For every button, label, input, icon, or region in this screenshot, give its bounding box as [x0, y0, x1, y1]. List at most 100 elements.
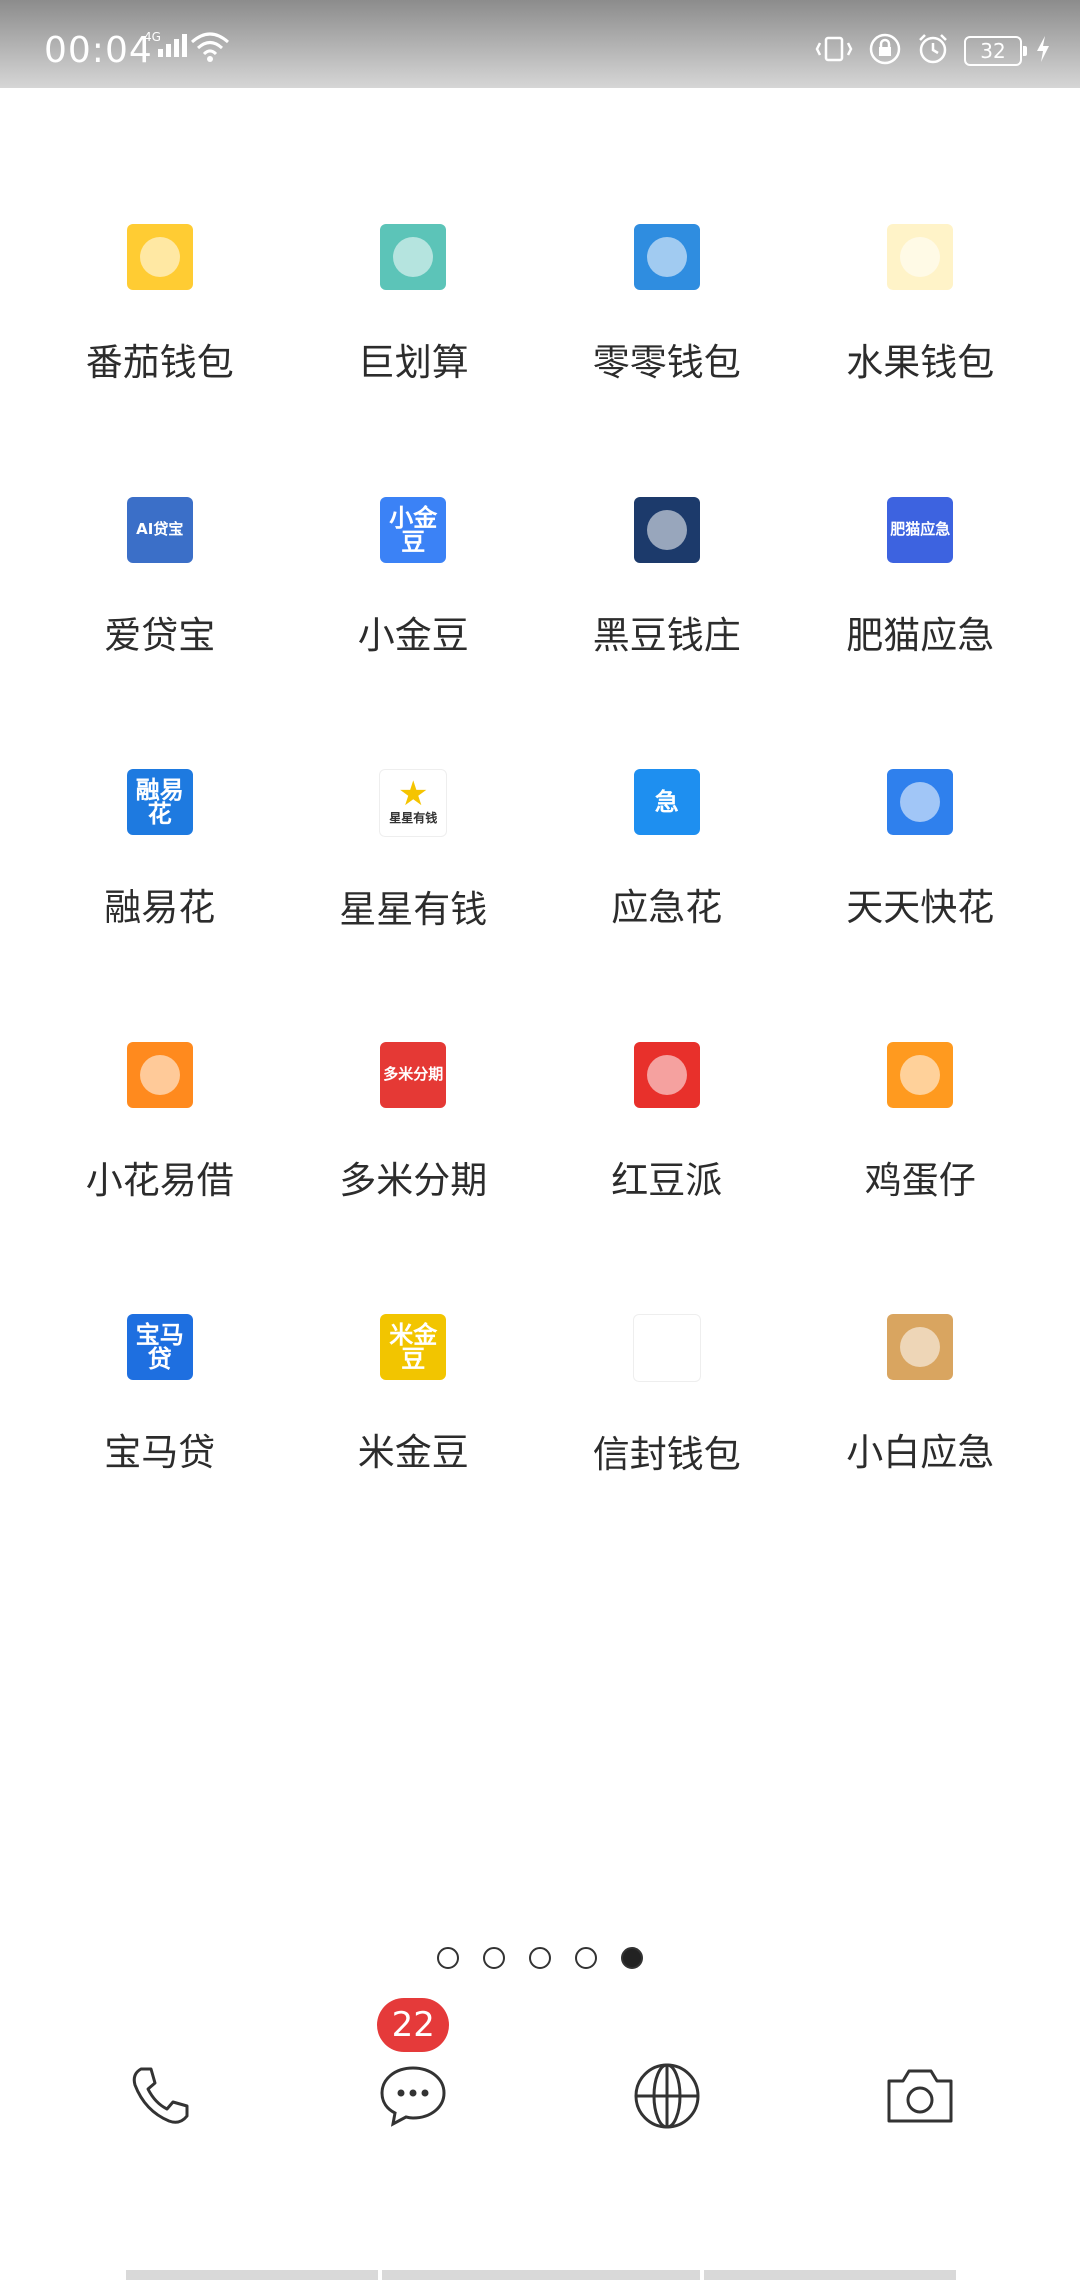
app-gold-beans[interactable]: 米金豆 米金豆 [287, 1290, 541, 1563]
icon-text: 米金豆 [389, 1321, 438, 1373]
app-label: 小金豆 [357, 613, 469, 657]
icon-glyph [139, 1054, 180, 1095]
app-label: 小花易借 [85, 1158, 234, 1202]
icon-text: 急 [654, 788, 679, 816]
app-watermelon[interactable]: 水果钱包 [794, 200, 1048, 473]
chat-bubble-icon [377, 2060, 449, 2136]
app-duomi-installment[interactable]: 多米分期 多米分期 [287, 1018, 541, 1291]
ji-character-icon: 急 [633, 769, 700, 835]
app-ji-character[interactable]: 急应急花 [540, 745, 794, 1018]
clock: 00:04 [44, 30, 153, 71]
star-icon: 星星有钱 ★ [379, 769, 448, 837]
dock: 22 [33, 1998, 1048, 2136]
dock-camera[interactable] [794, 2060, 1048, 2136]
network-type: 4G [144, 30, 161, 44]
app-rongyihua[interactable]: 融易花 融易花 [33, 745, 287, 1018]
app-star[interactable]: 星星有钱 ★ 星星有钱 [287, 745, 541, 1018]
app-fat-cat[interactable]: 肥猫应急 肥猫应急 [794, 473, 1048, 746]
app-blue-shield-logo[interactable]: 零零钱包 [540, 200, 794, 473]
app-red-bean[interactable]: 红豆派 [540, 1018, 794, 1291]
app-envelope[interactable]: 信封钱包 [540, 1290, 794, 1563]
app-label: 米金豆 [357, 1431, 469, 1474]
page-dot-1[interactable] [437, 1947, 459, 1969]
tomato-icon [126, 224, 193, 290]
icon-glyph [646, 1328, 687, 1368]
cellular-signal-icon: 4G [144, 30, 187, 57]
vibrate-icon [814, 34, 854, 68]
app-flower[interactable]: 小花易借 [33, 1018, 287, 1291]
red-bean-icon [633, 1041, 700, 1108]
app-label: 肥猫应急 [846, 613, 995, 657]
icon-text: 融易花 [135, 776, 184, 828]
wifi-icon [190, 32, 230, 66]
status-bar: 00:04 4G 32 [0, 0, 1080, 88]
icon-glyph [139, 237, 180, 277]
dock-browser[interactable] [540, 2060, 794, 2136]
ai-loan-icon: AI贷宝 [126, 496, 193, 563]
navigation-bar[interactable] [126, 2270, 956, 2280]
unread-badge: 22 [377, 1998, 450, 2052]
app-label: 融易花 [104, 886, 216, 929]
page-indicator[interactable] [0, 1947, 1080, 1969]
app-ju-character[interactable]: 巨划算 [287, 200, 541, 473]
phone-icon [125, 2061, 195, 2135]
app-ai-loan[interactable]: AI贷宝爱贷宝 [33, 473, 287, 746]
alarm-icon [916, 32, 950, 70]
icon-glyph [900, 1327, 941, 1367]
app-label: 水果钱包 [846, 341, 995, 384]
app-label: 多米分期 [339, 1158, 488, 1202]
app-tomato[interactable]: 番茄钱包 [33, 200, 287, 473]
app-label: 番茄钱包 [85, 341, 234, 384]
app-label: 红豆派 [611, 1158, 723, 1202]
app-b-logo[interactable]: 小白应急 [794, 1290, 1048, 1563]
app-label: 信封钱包 [592, 1433, 741, 1476]
app-label: 巨划算 [357, 341, 469, 384]
flower-icon [126, 1041, 193, 1108]
icon-glyph [646, 237, 687, 277]
app-cat-mascot[interactable]: 天天快花 [794, 745, 1048, 1018]
app-label: 零零钱包 [592, 341, 741, 384]
icon-text: 宝马贷 [135, 1321, 184, 1373]
icon-text: 小金豆 [389, 503, 438, 556]
icon-glyph [900, 1054, 941, 1095]
blue-shield-logo-icon [633, 224, 700, 290]
watermelon-icon [887, 224, 954, 290]
star-shape: ★ [398, 774, 429, 814]
app-golden-bean-character[interactable]: 小金豆 小金豆 [287, 473, 541, 746]
icon-glyph [646, 1054, 687, 1095]
envelope-icon [632, 1314, 701, 1382]
rongyihua-icon: 融易花 [126, 769, 193, 835]
app-horse[interactable]: 宝马贷 宝马贷 [33, 1290, 287, 1563]
camera-icon [883, 2063, 957, 2133]
icon-glyph [900, 782, 941, 822]
icon-text: 肥猫应急 [890, 520, 951, 538]
app-label: 黑豆钱庄 [592, 613, 741, 657]
dock-messages[interactable]: 22 [287, 1998, 541, 2136]
app-label: 应急花 [611, 886, 723, 929]
page-dot-4[interactable] [575, 1947, 597, 1969]
app-label: 天天快花 [846, 886, 995, 929]
fat-cat-icon: 肥猫应急 [887, 496, 954, 563]
dock-phone[interactable] [33, 2060, 287, 2136]
battery-icon: 32 [964, 36, 1027, 66]
icon-glyph [393, 237, 434, 277]
app-black-bean-character[interactable]: 黑豆钱庄 [540, 473, 794, 746]
page-dot-3[interactable] [529, 1947, 551, 1969]
app-label: 星星有钱 [339, 888, 488, 931]
page-dot-5-active[interactable] [621, 1947, 643, 1969]
app-label: 宝马贷 [104, 1431, 216, 1474]
horse-icon: 宝马贷 [126, 1314, 193, 1380]
golden-bean-character-icon: 小金豆 [380, 496, 447, 563]
ju-character-icon [380, 224, 447, 290]
app-label: 爱贷宝 [104, 613, 216, 657]
app-grid: 番茄钱包 巨划算 零零钱包 水果钱包 AI贷宝 爱贷宝 小金豆 小金豆 黑豆钱庄 肥猫应急 肥猫应急… [33, 200, 1047, 1563]
app-egg[interactable]: 鸡蛋仔 [794, 1018, 1048, 1291]
globe-icon [631, 2060, 703, 2136]
icon-glyph [646, 509, 687, 550]
app-label: 小白应急 [846, 1431, 995, 1474]
rotation-lock-icon [868, 32, 902, 70]
egg-icon [887, 1041, 954, 1108]
page-dot-2[interactable] [483, 1947, 505, 1969]
black-bean-character-icon [633, 496, 700, 563]
app-label: 鸡蛋仔 [864, 1158, 976, 1202]
